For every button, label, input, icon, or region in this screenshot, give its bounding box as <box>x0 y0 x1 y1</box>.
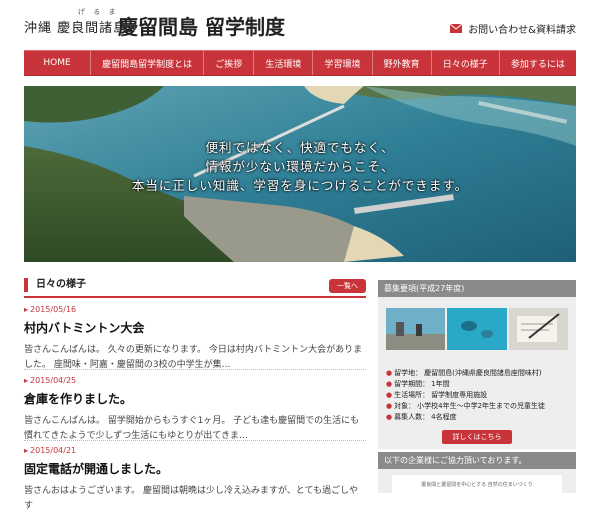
hero-tagline: 便利ではなく、快適でもなく、 情報が少ない環境だからこそ、 本当に正しい知識、学… <box>24 138 576 195</box>
nav-home[interactable]: HOME <box>24 51 91 75</box>
hero-line-1: 便利ではなく、快適でもなく、 <box>205 140 395 155</box>
nav-greeting[interactable]: ご挨拶 <box>204 51 255 75</box>
news-item: 2015/05/16 村内バトミントン大会 皆さんこんばんは。 久々の更新になり… <box>24 305 366 373</box>
sponsor-title: 以下の企業様にご協力頂いております。 <box>378 452 576 469</box>
site-title[interactable]: 慶留間島 留学制度 <box>118 11 285 40</box>
mail-icon <box>450 24 463 33</box>
news-date: 2015/04/25 <box>24 376 366 385</box>
news-item: 2015/04/25 倉庫を作りました。 皆さんこんばんは。 留学開始からもうす… <box>24 376 366 444</box>
info-label: 留学地： <box>394 369 423 377</box>
info-row: ● 対象： 小学校4年生〜中学2年生までの児童生徒 <box>386 401 545 412</box>
info-label: 留学期間： <box>394 380 430 388</box>
diary-title: 日々の様子 <box>24 278 86 292</box>
main-nav: HOME 慶留間島留学制度とは ご挨拶 生活環境 学習環境 野外教育 日々の様子… <box>24 50 576 76</box>
bullet-icon: ● <box>386 380 393 388</box>
news-title[interactable]: 村内バトミントン大会 <box>24 319 366 336</box>
divider <box>24 440 366 441</box>
recruit-title: 募集要項(平成27年度) <box>378 280 576 297</box>
bullet-icon: ● <box>386 413 393 421</box>
sponsor-box: 慶良間と慶留間を中心とする 自然の住まいづくり <box>378 469 576 493</box>
info-row: ● 留学地： 慶留間島(沖縄県慶良間諸島座間味村) <box>386 368 545 379</box>
nav-about-program[interactable]: 慶留間島留学制度とは <box>91 51 205 75</box>
divider <box>24 369 366 370</box>
bullet-icon: ● <box>386 402 393 410</box>
info-value: 小学校4年生〜中学2年生までの児童生徒 <box>417 402 546 410</box>
recruit-photos <box>386 308 568 350</box>
hero-line-2: 情報が少ない環境だからこそ、 <box>205 159 395 174</box>
nav-outdoor-education[interactable]: 野外教育 <box>373 51 432 75</box>
news-date: 2015/04/21 <box>24 446 366 455</box>
photo-underwater <box>447 308 507 350</box>
news-date: 2015/05/16 <box>24 305 366 314</box>
info-value: 慶留間島(沖縄県慶良間諸島座間味村) <box>424 369 542 377</box>
diary-section-header: 日々の様子 一覧へ <box>24 278 366 298</box>
bullet-icon: ● <box>386 391 393 399</box>
brand-prefix: 沖縄 慶良間諸島 <box>24 21 128 36</box>
news-title[interactable]: 固定電話が開通しました。 <box>24 460 366 477</box>
hero-banner: 便利ではなく、快適でもなく、 情報が少ない環境だからこそ、 本当に正しい知識、学… <box>24 86 576 262</box>
info-value: 留学制度専用施設 <box>431 391 488 399</box>
news-excerpt: 皆さんおはようございます。 慶留間は朝晩は少し冷え込みますが、とても過ごしやす <box>24 486 358 511</box>
contact-label: お問い合わせ&資料請求 <box>468 25 576 36</box>
sponsor-panel: 以下の企業様にご協力頂いております。 慶良間と慶留間を中心とする 自然の住まいづ… <box>378 452 576 493</box>
brand-ruby: げ る ま <box>78 8 119 16</box>
bullet-icon: ● <box>386 369 393 377</box>
info-value: 4名程度 <box>431 413 457 421</box>
info-row: ● 留学期間： 1年間 <box>386 379 545 390</box>
photo-study <box>508 308 568 350</box>
news-title[interactable]: 倉庫を作りました。 <box>24 390 366 407</box>
recruit-box: ● 留学地： 慶留間島(沖縄県慶良間諸島座間味村) ● 留学期間： 1年間 ● 生活場所：… <box>378 297 576 449</box>
nav-how-to-join[interactable]: 参加するには <box>500 51 576 75</box>
news-item: 2015/04/21 固定電話が開通しました。 皆さんおはようございます。 慶留… <box>24 446 366 514</box>
hero-line-3: 本当に正しい知識、学習を身につけることができます。 <box>131 178 469 193</box>
info-value: 1年間 <box>431 380 450 388</box>
nav-learning-environment[interactable]: 学習環境 <box>313 51 373 75</box>
details-button[interactable]: 詳しくはこちら <box>442 430 512 444</box>
recruit-info: ● 留学地： 慶留間島(沖縄県慶良間諸島座間味村) ● 留学期間： 1年間 ● 生活場所：… <box>386 368 545 423</box>
photo-pier <box>386 308 446 350</box>
nav-daily-life[interactable]: 日々の様子 <box>432 51 500 75</box>
recruit-panel: 募集要項(平成27年度) ● 留学地： 慶留間島(沖縄県慶良間諸島座間味村) ● 留学… <box>378 280 576 449</box>
info-label: 生活場所： <box>394 391 430 399</box>
view-all-button[interactable]: 一覧へ <box>329 279 366 293</box>
sponsor-banner[interactable]: 慶良間と慶留間を中心とする 自然の住まいづくり <box>392 475 562 493</box>
nav-living-environment[interactable]: 生活環境 <box>254 51 314 75</box>
contact-link[interactable]: お問い合わせ&資料請求 <box>450 21 576 36</box>
site-header: げ る ま 沖縄 慶良間諸島 慶留間島 留学制度 お問い合わせ&資料請求 <box>0 0 600 44</box>
info-row: ● 募集人数： 4名程度 <box>386 412 545 423</box>
info-label: 募集人数： <box>394 413 430 421</box>
info-label: 対象： <box>394 402 416 410</box>
info-row: ● 生活場所： 留学制度専用施設 <box>386 390 545 401</box>
